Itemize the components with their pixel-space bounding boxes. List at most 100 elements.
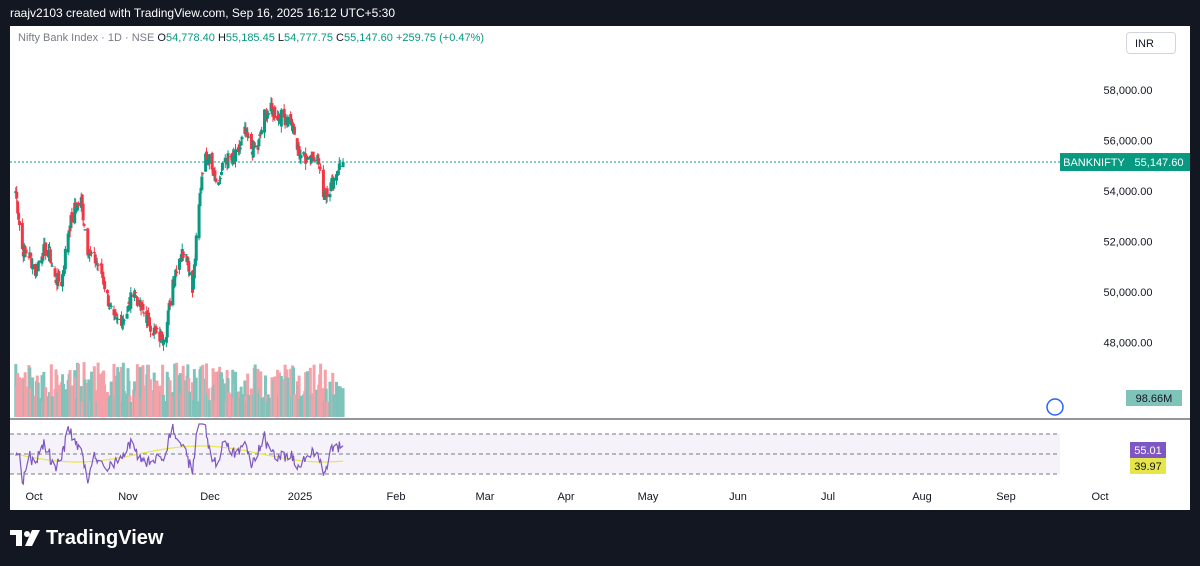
volume-bar bbox=[227, 392, 231, 417]
volume-bar bbox=[306, 371, 310, 417]
candle-body bbox=[292, 126, 296, 135]
candle-body bbox=[260, 130, 264, 135]
volume-bar bbox=[168, 380, 172, 417]
candle-body bbox=[184, 254, 188, 256]
candle-body bbox=[57, 270, 61, 282]
time-tick-label: Jun bbox=[729, 491, 747, 503]
attribution-bar: raajv2103 created with TradingView.com, … bbox=[0, 0, 1200, 26]
candle-body bbox=[129, 292, 133, 309]
candle-body bbox=[201, 172, 205, 174]
last-price-label: 55,147.60 bbox=[1135, 157, 1184, 169]
candle-body bbox=[166, 310, 170, 326]
candle-body bbox=[125, 313, 129, 319]
candle-body bbox=[116, 318, 120, 320]
volume-bar bbox=[266, 394, 270, 417]
candle-body bbox=[273, 106, 277, 119]
candle-body bbox=[162, 339, 166, 345]
price-tick-label: 56,000.00 bbox=[1104, 136, 1153, 148]
price-tick-label: 58,000.00 bbox=[1104, 85, 1153, 97]
high-label: H bbox=[217, 32, 226, 44]
price-tick-label: 50,000.00 bbox=[1104, 287, 1153, 299]
tradingview-logo-text: TradingView bbox=[46, 526, 164, 549]
volume-bar bbox=[103, 384, 107, 417]
candle-body bbox=[266, 112, 270, 116]
time-tick-label: Nov bbox=[118, 491, 138, 503]
time-tick-label: Apr bbox=[557, 491, 574, 503]
time-tick-label: Oct bbox=[25, 491, 42, 503]
volume-label: 98.66M bbox=[1136, 393, 1173, 405]
candle-body bbox=[319, 167, 323, 169]
candle-body bbox=[29, 252, 33, 257]
rsi-value-label: 55.01 bbox=[1134, 445, 1162, 457]
volume-bar bbox=[260, 397, 264, 417]
volume-bar bbox=[279, 375, 283, 417]
volume-bar bbox=[338, 386, 342, 417]
candle-body bbox=[17, 212, 21, 220]
volume-bar bbox=[83, 379, 87, 417]
candle-body bbox=[200, 176, 204, 191]
candle-body bbox=[299, 155, 303, 159]
volume-bar bbox=[18, 377, 22, 417]
tradingview-logo-icon bbox=[10, 530, 40, 546]
footer-bar bbox=[0, 510, 1200, 566]
chart-svg[interactable]: 58,000.00 56,000.00 54,000.00 52,000.00 50,0… bbox=[10, 26, 1190, 510]
volume-bar bbox=[155, 380, 159, 417]
volume-bar bbox=[247, 394, 251, 417]
volume-bar bbox=[63, 389, 67, 417]
candle-body bbox=[332, 177, 336, 189]
candle-body bbox=[148, 325, 152, 332]
candle-body bbox=[53, 268, 57, 277]
candle-body bbox=[96, 264, 100, 266]
volume-bar bbox=[214, 371, 218, 417]
close-value: 55,147.60 bbox=[343, 32, 393, 44]
volume-bar bbox=[312, 364, 316, 417]
candle-body bbox=[188, 272, 192, 276]
candle-body bbox=[181, 251, 185, 258]
volume-bar bbox=[240, 394, 244, 417]
time-tick-label: 2025 bbox=[288, 491, 312, 503]
close-label: C bbox=[336, 32, 344, 44]
candle-body bbox=[142, 312, 146, 314]
volume-bar bbox=[299, 395, 303, 417]
candle-body bbox=[107, 307, 111, 309]
candle-body bbox=[18, 221, 22, 226]
volume-bar bbox=[122, 390, 126, 417]
candle-body bbox=[240, 137, 244, 140]
time-tick-label: Jul bbox=[821, 491, 835, 503]
candle-body bbox=[90, 252, 94, 254]
candle-body bbox=[31, 264, 35, 270]
candle-body bbox=[194, 235, 198, 261]
symbol-tag-label: BANKNIFTY bbox=[1063, 157, 1125, 169]
volume-bar bbox=[273, 376, 277, 417]
high-value: 55,185.45 bbox=[225, 32, 275, 44]
chart-area[interactable]: 58,000.00 56,000.00 54,000.00 52,000.00 50,0… bbox=[10, 26, 1190, 510]
candle-body bbox=[86, 228, 90, 256]
volume-bar bbox=[57, 384, 61, 417]
currency-selector[interactable]: INR bbox=[1126, 32, 1176, 54]
open-label: O bbox=[157, 32, 166, 44]
candle-body bbox=[220, 162, 224, 171]
volume-bar bbox=[116, 367, 120, 417]
candle-body bbox=[103, 281, 107, 290]
candle-body bbox=[317, 158, 321, 165]
candle-body bbox=[312, 157, 316, 162]
candle-body bbox=[44, 242, 48, 256]
time-tick-label: Sep bbox=[996, 491, 1016, 503]
candle-body bbox=[75, 210, 79, 212]
candle-body bbox=[122, 319, 126, 321]
volume-bar bbox=[181, 365, 185, 417]
candle-body bbox=[135, 297, 139, 306]
time-tick-label: Aug bbox=[912, 491, 932, 503]
candle-body bbox=[63, 248, 67, 270]
volume-bar bbox=[135, 364, 139, 417]
volume-bar bbox=[332, 394, 336, 417]
candle-body bbox=[37, 260, 41, 263]
candle-body bbox=[325, 188, 329, 197]
alert-icon bbox=[1046, 398, 1064, 416]
symbol-name: Nifty Bank Index · 1D · NSE bbox=[18, 32, 155, 44]
time-tick-label: Mar bbox=[476, 491, 495, 503]
volume-bar bbox=[220, 378, 224, 417]
candle-body bbox=[82, 223, 86, 226]
price-tick-label: 52,000.00 bbox=[1104, 237, 1153, 249]
volume-bar bbox=[234, 371, 238, 417]
